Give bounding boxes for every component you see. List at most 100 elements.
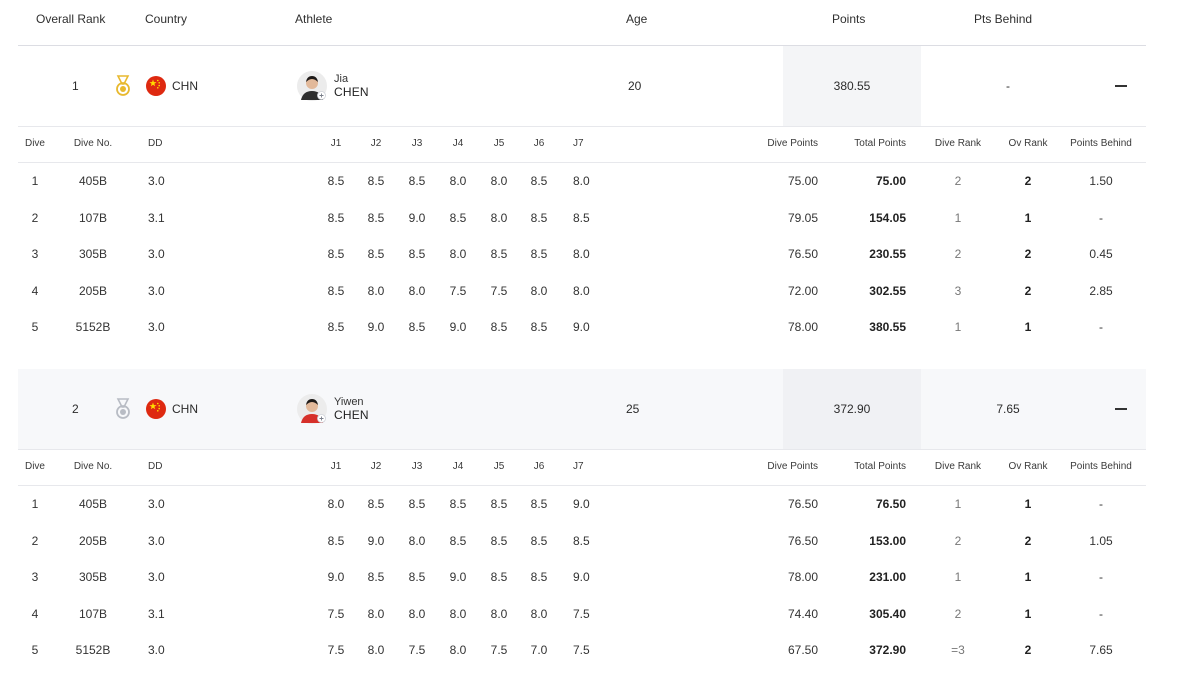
dive-cell: 7.0	[530, 643, 548, 657]
dive-cell: 72.00	[787, 283, 818, 298]
header-age[interactable]: Age	[626, 12, 647, 26]
dive-col-header: Dive Points	[767, 461, 818, 472]
dive-cell: 5152B	[75, 320, 111, 334]
dive-cell: 8.0	[327, 497, 345, 511]
dive-table-header: Dive Dive No. DD J1 J2 J3 J4 J5 J6 J7 Dive Points T…	[18, 126, 1146, 163]
dive-cell: 8.5	[490, 320, 508, 334]
dive-cell: 205B	[78, 533, 108, 548]
dive-col-header: J2	[370, 461, 382, 472]
dive-cell: 8.0	[530, 606, 548, 621]
dive-cell: 8.5	[449, 210, 467, 225]
dive-cell: 305.40	[869, 606, 906, 621]
dive-cell: 2	[1024, 643, 1032, 657]
dive-cell: 8.5	[530, 174, 548, 188]
dive-cell: 75.00	[787, 174, 818, 188]
gold-medal-icon	[113, 75, 133, 97]
athlete-age: 20	[628, 79, 642, 93]
dive-cell: 8.0	[490, 606, 508, 621]
dive-col-header: Ov Rank	[1008, 461, 1048, 472]
dive-cell: 8.5	[490, 497, 508, 511]
dive-cell: 2	[1024, 247, 1032, 261]
china-flag-icon	[146, 76, 166, 96]
dive-cell: 8.5	[530, 497, 548, 511]
athlete-age: 25	[626, 402, 640, 416]
dive-cell: 3.0	[148, 643, 165, 657]
dive-cell: 76.50	[787, 247, 818, 261]
dive-cell: 8.5	[490, 247, 508, 261]
dive-cell: 1	[1024, 320, 1032, 334]
dive-cell: 107B	[78, 606, 108, 621]
dive-cell: 8.5	[573, 210, 590, 225]
header-points[interactable]: Points	[832, 12, 865, 26]
dive-cell: 2	[954, 174, 962, 188]
dive-cell: 0.45	[1089, 247, 1113, 261]
dive-cell: 1	[954, 497, 962, 511]
dive-cell: 9.0	[573, 570, 590, 584]
dive-cell: 8.0	[573, 247, 590, 261]
dive-cell: 8.5	[367, 247, 385, 261]
collapse-icon[interactable]	[1115, 85, 1127, 87]
dive-cell: 2	[31, 210, 39, 225]
dive-col-header: J5	[493, 138, 505, 149]
dive-cell: 5	[31, 320, 39, 334]
athlete-last-name[interactable]: CHEN	[334, 85, 369, 99]
dive-cell: 3	[31, 247, 39, 261]
dive-cell: 4	[31, 606, 39, 621]
dive-cell: 8.0	[490, 210, 508, 225]
country-code: CHN	[172, 402, 198, 416]
dive-cell: 9.0	[449, 320, 467, 334]
dive-cell: 8.0	[573, 174, 590, 188]
header-overall-rank[interactable]: Overall Rank	[36, 12, 105, 26]
athlete-row[interactable]: 2 CHN Yiwen CHEN 25 372.90 7.65	[18, 369, 1146, 450]
dive-cell: 8.0	[367, 283, 385, 298]
dive-cell: 3.0	[148, 533, 165, 548]
dive-cell: 1	[1024, 210, 1032, 225]
dive-col-header: J6	[533, 461, 545, 472]
dive-cell: 8.0	[449, 606, 467, 621]
dive-cell: 3	[31, 570, 39, 584]
header-country[interactable]: Country	[145, 12, 187, 26]
dive-cell: 8.0	[367, 643, 385, 657]
dive-cell: 8.0	[408, 606, 426, 621]
dive-col-header: Dive No.	[73, 461, 113, 472]
dive-col-header: J2	[370, 138, 382, 149]
dive-cell: 2	[1024, 174, 1032, 188]
dive-col-header: J7	[573, 461, 584, 472]
dive-cell: 372.90	[869, 643, 906, 657]
athlete-avatar[interactable]	[297, 71, 327, 101]
silver-medal-icon	[113, 398, 133, 420]
dive-cell: 305B	[78, 570, 108, 584]
athlete-row[interactable]: 1 CHN Jia CHEN 20 380.55 -	[18, 46, 1146, 127]
header-pts-behind[interactable]: Pts Behind	[974, 12, 1032, 26]
dive-cell: 107B	[78, 210, 108, 225]
dive-cell: 8.0	[408, 533, 426, 548]
athlete-first-name[interactable]: Yiwen	[334, 396, 364, 408]
header-athlete[interactable]: Athlete	[295, 12, 332, 26]
dive-cell: 76.50	[787, 497, 818, 511]
overall-rank: 2	[72, 402, 79, 416]
athlete-avatar[interactable]	[297, 394, 327, 424]
dive-cell: 78.00	[787, 320, 818, 334]
athlete-first-name[interactable]: Jia	[334, 73, 348, 85]
athlete-last-name[interactable]: CHEN	[334, 408, 369, 422]
results-table-header: Overall Rank Country Athlete Age Points …	[18, 0, 1146, 46]
dive-cell: 9.0	[573, 320, 590, 334]
dive-col-header: Points Behind	[1070, 461, 1132, 472]
dive-cell: 8.5	[449, 497, 467, 511]
dive-col-header: Dive	[24, 461, 46, 472]
dive-cell: -	[1099, 210, 1103, 225]
dive-cell: 2	[1024, 533, 1032, 548]
dive-cell: 8.5	[530, 247, 548, 261]
dive-cell: 3.0	[148, 247, 165, 261]
dive-cell: 75.00	[875, 174, 906, 188]
dive-cell: -	[1099, 497, 1103, 511]
dive-cell: 3.0	[148, 174, 165, 188]
dive-cell: 3.1	[148, 606, 165, 621]
dive-cell: 7.5	[408, 643, 426, 657]
dive-cell: 3	[954, 283, 962, 298]
dive-cell: 7.5	[449, 283, 467, 298]
dive-cell: 76.50	[875, 497, 906, 511]
collapse-icon[interactable]	[1115, 408, 1127, 410]
dive-cell: 7.5	[573, 606, 590, 621]
dive-cell: -	[1099, 606, 1103, 621]
